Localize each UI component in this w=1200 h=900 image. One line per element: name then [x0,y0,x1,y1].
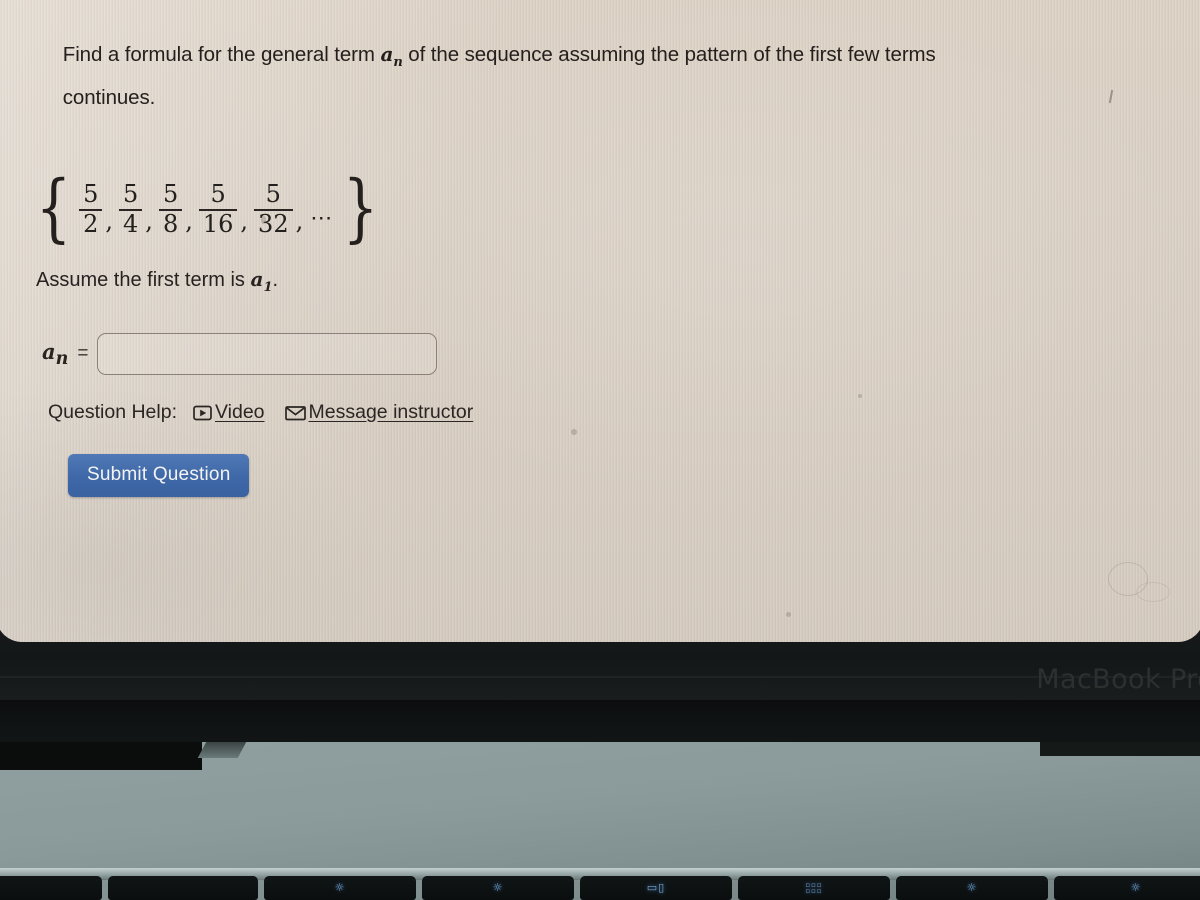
assume-first-term-note: Assume the first term is a1. [36,267,1200,295]
macbook-pro-brand-label: MacBook Pro [1036,664,1200,695]
brightness-icon-2: ☼ [492,881,504,894]
screen-smudge-ring [1108,562,1148,596]
set-open-brace: { [35,165,72,251]
equals-sign: = [77,343,89,364]
keyboard-brightness-key[interactable]: ☼ [264,876,416,900]
prompt-math-variable: an [380,42,403,70]
function-key-blank-1[interactable] [0,876,102,900]
fraction-term-5: 5 32 [253,181,294,238]
play-video-icon [193,405,212,421]
sequence-separator-4: , [240,207,249,235]
brightness-up-key[interactable]: ☼ [1054,876,1200,900]
prompt-text-part2: of the sequence assuming the pattern of … [402,43,936,66]
screen-dust-speck-3 [786,612,791,617]
message-instructor-link[interactable]: Message instructor [284,401,474,424]
laptop-screen: Find a formula for the general term an o… [0,0,1200,642]
question-prompt: Find a formula for the general term an o… [18,2,1198,150]
assume-text-post: . [272,269,279,291]
bezel-shadow [0,700,1200,740]
sequence-separator-5: , [295,207,304,235]
sequence-ellipsis: ⋯ [310,206,335,231]
mission-control-key[interactable]: ☼ [422,876,574,900]
launchpad-key[interactable]: ▫▫▫ ▫▫▫ [738,876,890,900]
sequence-expression: { 5 2 , 5 4 , 5 8 , 5 16 , 5 32 , ⋯} [30,165,1200,251]
function-key-blank-2[interactable] [108,876,258,900]
set-close-brace: } [343,165,379,251]
function-key-row: ☼ ☼ ▭▯ ▫▫▫ ▫▫▫ ☼ ☼ [0,876,1200,900]
sequence-separator-2: , [145,207,153,235]
assume-text-pre: Assume the first term is [36,269,251,291]
prompt-text-part1: Find a formula for the general term [62,43,381,66]
fraction-term-1: 5 2 [78,181,103,238]
brightness-up-icon: ☼ [1130,881,1142,894]
question-help-label: Question Help: [48,401,177,423]
bezel-seam [0,676,1200,678]
assume-math-variable: a1 [250,267,273,295]
screen-smudge-tail [1136,582,1170,602]
laptop-body-notch-right [1040,742,1200,756]
brightness-down-key[interactable]: ☼ [896,876,1048,900]
video-link-label: Video [215,401,265,423]
fraction-term-4: 5 16 [198,181,239,238]
fraction-term-3: 5 8 [158,181,183,238]
answer-label: an [42,338,69,370]
answer-input[interactable] [97,333,438,375]
launchpad-window-key[interactable]: ▭▯ [580,876,732,900]
brightness-icon: ☼ [334,881,346,894]
prompt-text-line2: continues. [62,86,156,109]
brightness-down-icon: ☼ [966,881,978,894]
laptop-body-bevel [197,742,247,758]
sequence-separator-3: , [185,207,193,235]
launchpad-grid-icon: ▫▫▫ ▫▫▫ [805,881,823,895]
video-help-link[interactable]: Video [193,401,265,424]
homework-question-page: Find a formula for the general term an o… [0,0,1200,497]
fraction-term-2: 5 4 [118,181,143,238]
envelope-icon [284,405,306,421]
submit-question-button[interactable]: Submit Question [68,454,250,497]
laptop-photo: MacBook Pro ☼ ☼ ▭▯ ▫▫▫ ▫▫▫ ☼ ☼ Find a fo… [0,0,1200,900]
answer-row: an = [42,333,1200,375]
question-help-row: Question Help: Video Message instructor [48,401,1200,424]
message-link-label: Message instructor [308,401,474,423]
mission-control-icon: ▭▯ [646,881,666,894]
laptop-body-notch-left [0,742,202,770]
sequence-separator-1: , [105,207,114,235]
